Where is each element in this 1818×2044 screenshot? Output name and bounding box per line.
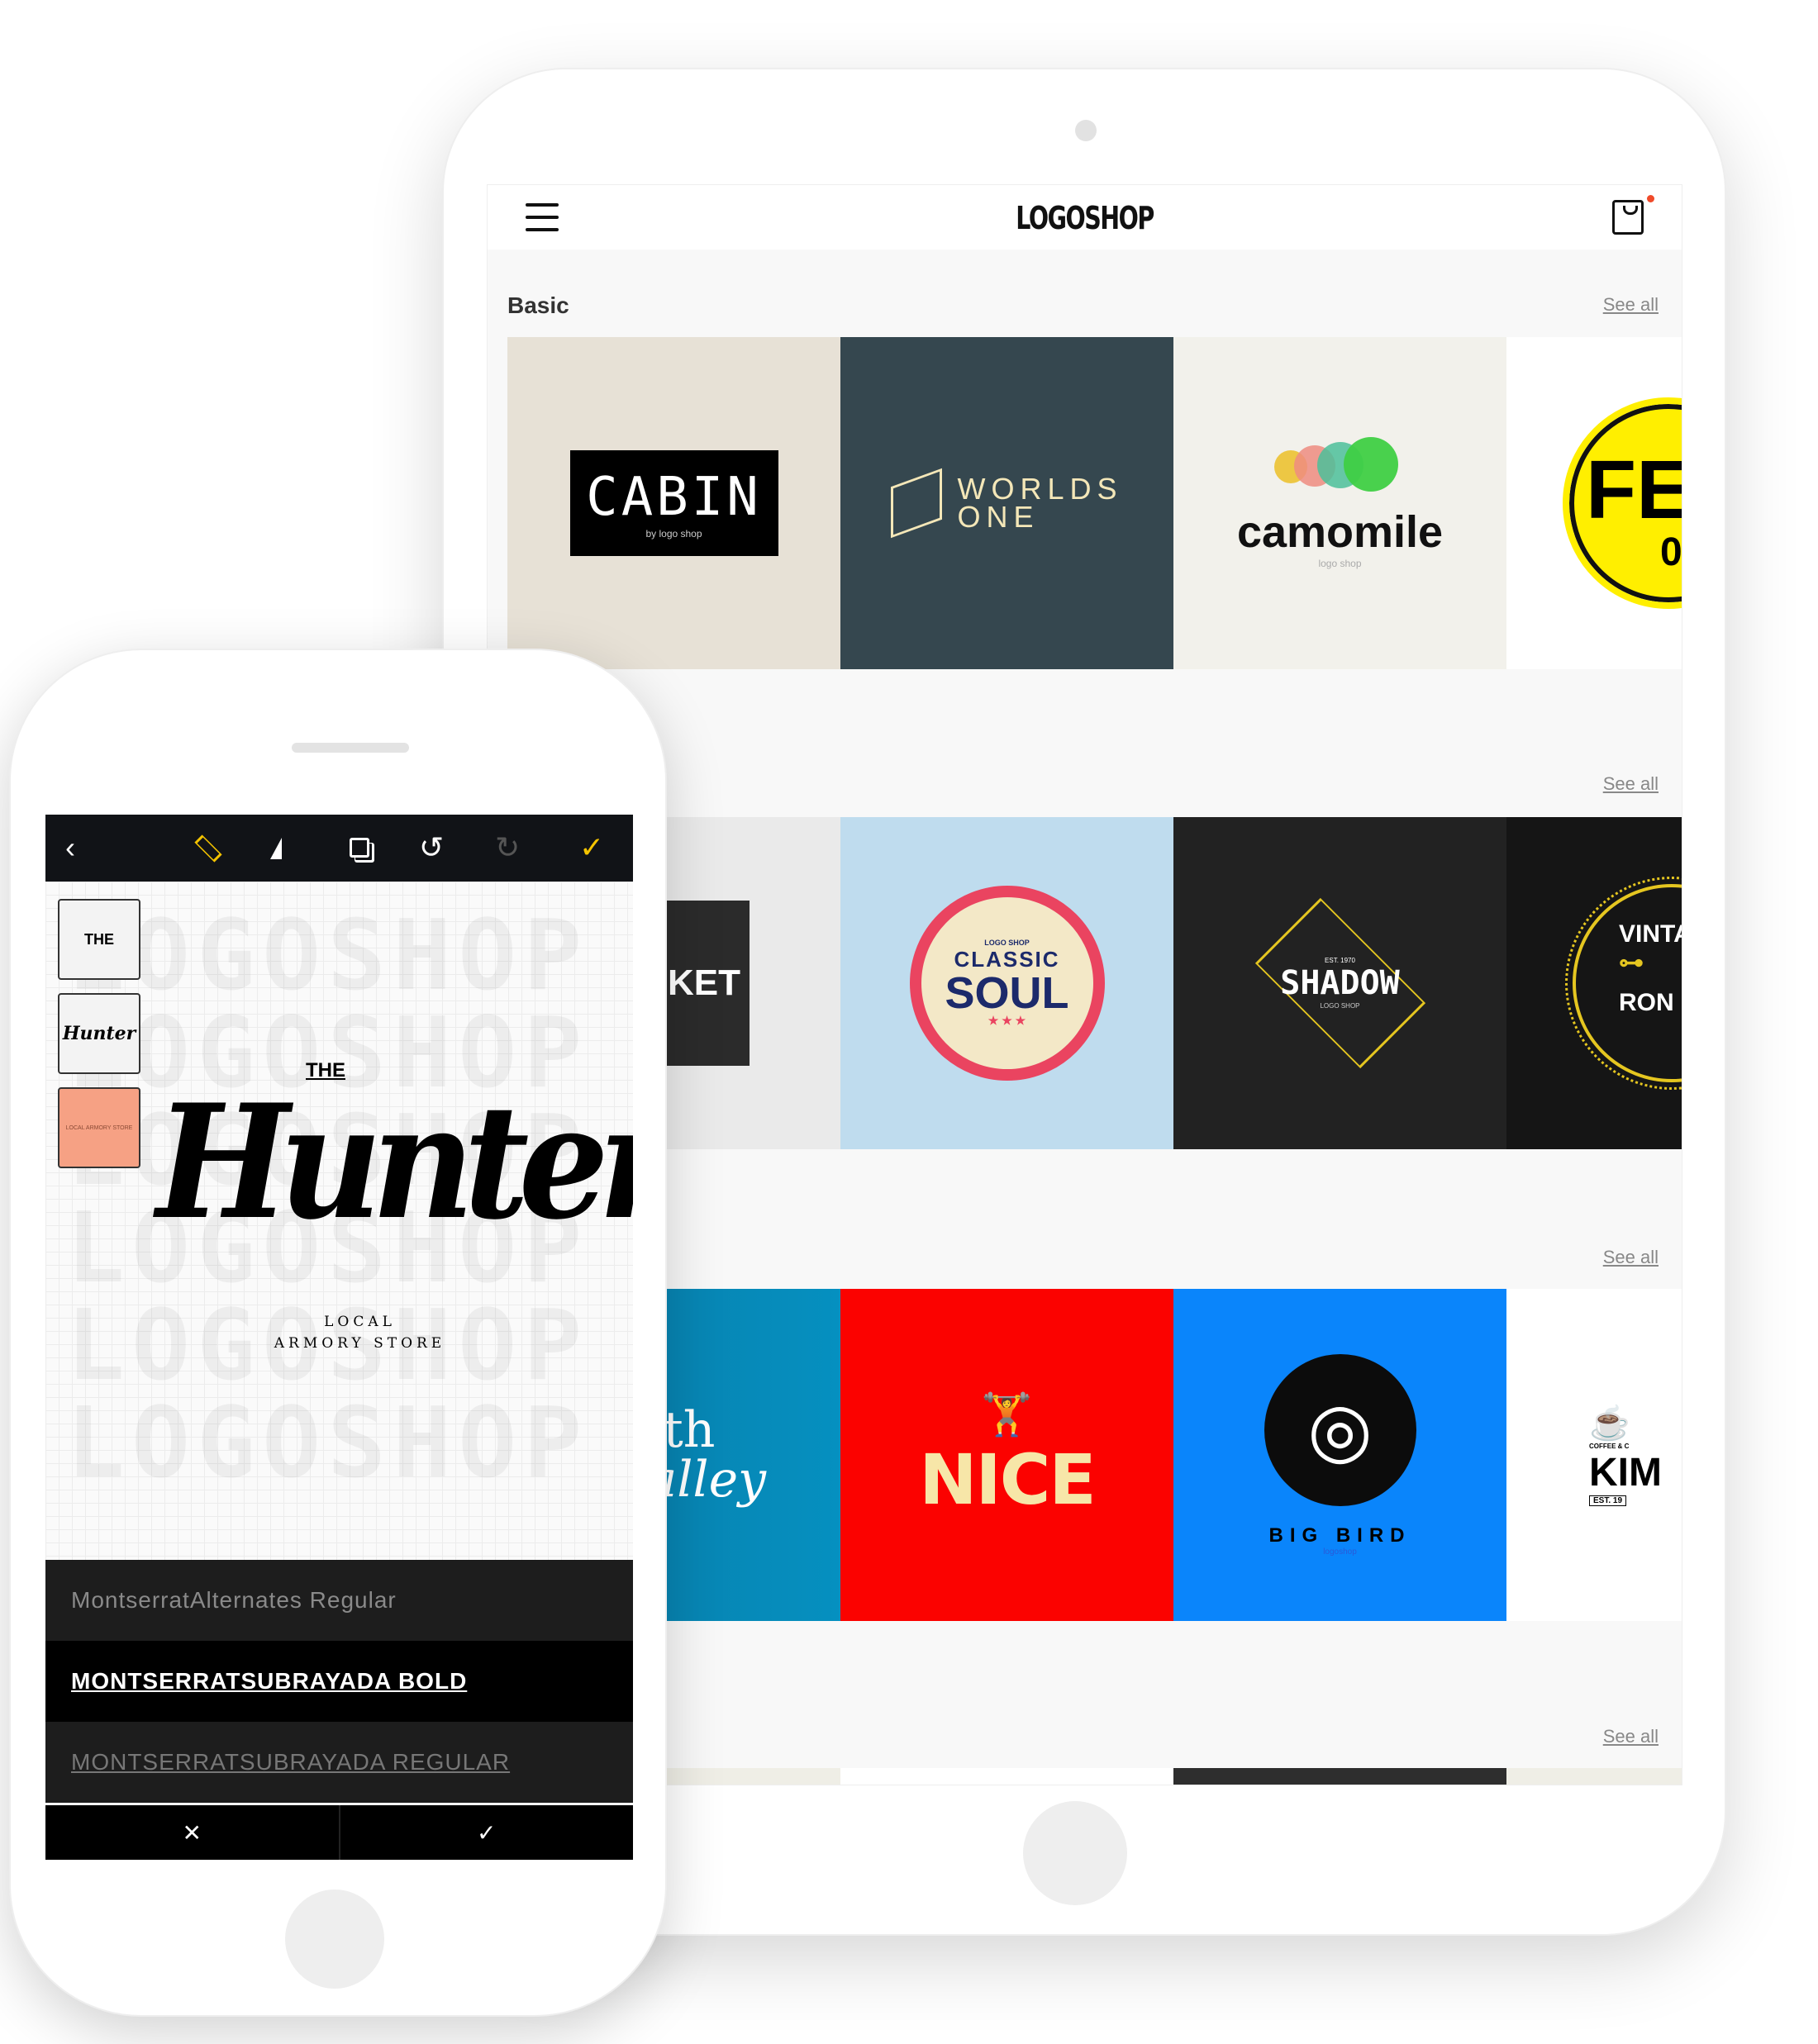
cube-icon (891, 468, 943, 539)
see-all-link[interactable]: See all (1603, 294, 1659, 316)
stars-icon: ★ ★ ★ (988, 1014, 1026, 1027)
tile-title: BIG BIRD (1268, 1523, 1411, 1547)
see-all-link[interactable]: See all (1603, 773, 1659, 795)
logo-tile[interactable] (1506, 1768, 1682, 1785)
barista-icon: ☕ (1589, 1405, 1630, 1442)
tile-title-2: 08 (1660, 530, 1682, 574)
tile-title: CABIN (586, 467, 762, 528)
cancel-button[interactable]: ✕ (45, 1805, 340, 1860)
cart-icon[interactable] (1612, 200, 1644, 235)
phone-speaker (292, 743, 409, 753)
tile-title: NICE (919, 1438, 1097, 1520)
tagline-line-1: LOCAL (324, 1314, 396, 1330)
font-option[interactable]: MontserratAlternates Regular (45, 1560, 633, 1641)
tablet-home-button[interactable] (1023, 1801, 1127, 1905)
tile-title: SHADOW (1280, 964, 1400, 1002)
layer-thumb-the[interactable]: THE (58, 899, 140, 980)
logo-tile-vintage[interactable]: VINTA ⊶ RON (1506, 817, 1682, 1149)
tile-title: KET (659, 901, 750, 1066)
layer-thumb-hunter[interactable]: Hunter (58, 993, 140, 1074)
logo-row (507, 1768, 1682, 1785)
editor-toolbar: ‹ ↺ ↻ ✓ (45, 815, 633, 882)
watermark: LOGOSHOP (66, 1386, 589, 1500)
tile-title: FE (1586, 444, 1682, 536)
watermark: LOGOSHOP (66, 898, 589, 1012)
tile-title: camomile (1236, 507, 1444, 557)
font-picker-actions: ✕ ✓ (45, 1805, 633, 1860)
logo-row: CABIN by logo shop WORLDS ONE camomile l… (507, 337, 1682, 669)
confirm-button[interactable]: ✓ (340, 1805, 634, 1860)
logo-tile-worlds-one[interactable]: WORLDS ONE (840, 337, 1173, 669)
flip-icon[interactable] (270, 838, 282, 859)
logo-tile-fe[interactable]: FE 08 (1506, 337, 1682, 669)
logo-tile-classic-soul[interactable]: LOGO SHOP CLASSIC SOUL ★ ★ ★ (840, 817, 1173, 1149)
logo-tile-kim[interactable]: ☕ COFFEE & C KIM EST. 19 (1506, 1289, 1682, 1621)
font-option[interactable]: MONTSERRATSUBRAYADA REGULAR (45, 1722, 633, 1803)
circles-icon (1273, 437, 1406, 495)
logo-row: ith alley 🏋 NICE ◎ BIG BIRD logoshop ☕ C… (507, 1289, 1682, 1621)
app-header: LOGOSHOP (488, 185, 1682, 250)
tile-subtitle-2: LOGO SHOP (1320, 1002, 1360, 1010)
tile-title: VINTA (1619, 920, 1682, 948)
tile-subtitle: COFFEE & C (1589, 1443, 1630, 1450)
canvas-text-hunter[interactable]: Hunter (156, 1072, 633, 1253)
redo-icon[interactable]: ↻ (495, 829, 520, 866)
tile-subtitle: EST. 1970 (1325, 957, 1355, 964)
tablet-camera (1075, 120, 1097, 141)
phone-screen: ‹ ↺ ↻ ✓ LOGOSHOP LOGOSHOP LOGOSHOP LOGOS… (45, 815, 633, 1860)
canvas-text-tagline[interactable]: LOCAL ARMORY STORE (45, 1311, 633, 1354)
tile-title-2: RON (1619, 989, 1674, 1016)
trumpet-icon: ⊶ (1619, 949, 1644, 977)
logo-tile-cabin[interactable]: CABIN by logo shop (507, 337, 840, 669)
cart-badge (1647, 195, 1654, 202)
see-all-link[interactable]: See all (1603, 1726, 1659, 1747)
logo-tile-big-bird[interactable]: ◎ BIG BIRD logoshop (1173, 1289, 1506, 1621)
logo-row: KET LOGO SHOP CLASSIC SOUL ★ ★ ★ EST. 19… (507, 817, 1682, 1149)
back-icon[interactable]: ‹ (65, 829, 75, 866)
logo-tile-shadow[interactable]: EST. 1970 SHADOW LOGO SHOP (1173, 817, 1506, 1149)
logo-tile[interactable] (840, 1768, 1173, 1785)
tile-subtitle: logoshop (1323, 1547, 1357, 1557)
font-option-selected[interactable]: MONTSERRATSUBRAYADA BOLD (45, 1641, 633, 1722)
tagline-line-2: ARMORY STORE (274, 1335, 446, 1352)
logo-tile-camomile[interactable]: camomile logo shop (1173, 337, 1506, 669)
phone-home-button[interactable] (285, 1890, 384, 1989)
weightlifter-icon: 🏋 (981, 1390, 1033, 1438)
tile-subtitle: logo shop (1318, 558, 1362, 569)
logo-tile-nice[interactable]: 🏋 NICE (840, 1289, 1173, 1621)
tile-title-2: ONE (957, 500, 1040, 534)
font-picker: MontserratAlternates Regular MONTSERRATS… (45, 1560, 633, 1803)
logo-tile[interactable] (1173, 1768, 1506, 1785)
tile-subtitle: by logo shop (645, 528, 702, 540)
tile-title: WORLDS (957, 472, 1123, 506)
hamburger-menu-icon[interactable] (526, 203, 559, 231)
layer-thumb-armory[interactable]: LOCAL ARMORY STORE (58, 1087, 140, 1168)
tile-subtitle-2: EST. 19 (1589, 1495, 1627, 1506)
bowling-icon: ◎ (1264, 1353, 1416, 1506)
layers-icon[interactable] (194, 834, 222, 863)
tile-title: KIM (1589, 1451, 1662, 1495)
section-title: Basic (507, 292, 569, 318)
tile-title-2: SOUL (945, 968, 1069, 1018)
see-all-link[interactable]: See all (1603, 1247, 1659, 1268)
brand-logo: LOGOSHOP (1016, 200, 1154, 236)
tile-subtitle: LOGO SHOP (984, 939, 1030, 947)
undo-icon[interactable]: ↺ (419, 829, 444, 866)
editor-canvas[interactable]: LOGOSHOP LOGOSHOP LOGOSHOP LOGOSHOP LOGO… (45, 882, 633, 1560)
done-check-icon[interactable]: ✓ (579, 829, 604, 866)
duplicate-icon[interactable] (350, 838, 369, 858)
